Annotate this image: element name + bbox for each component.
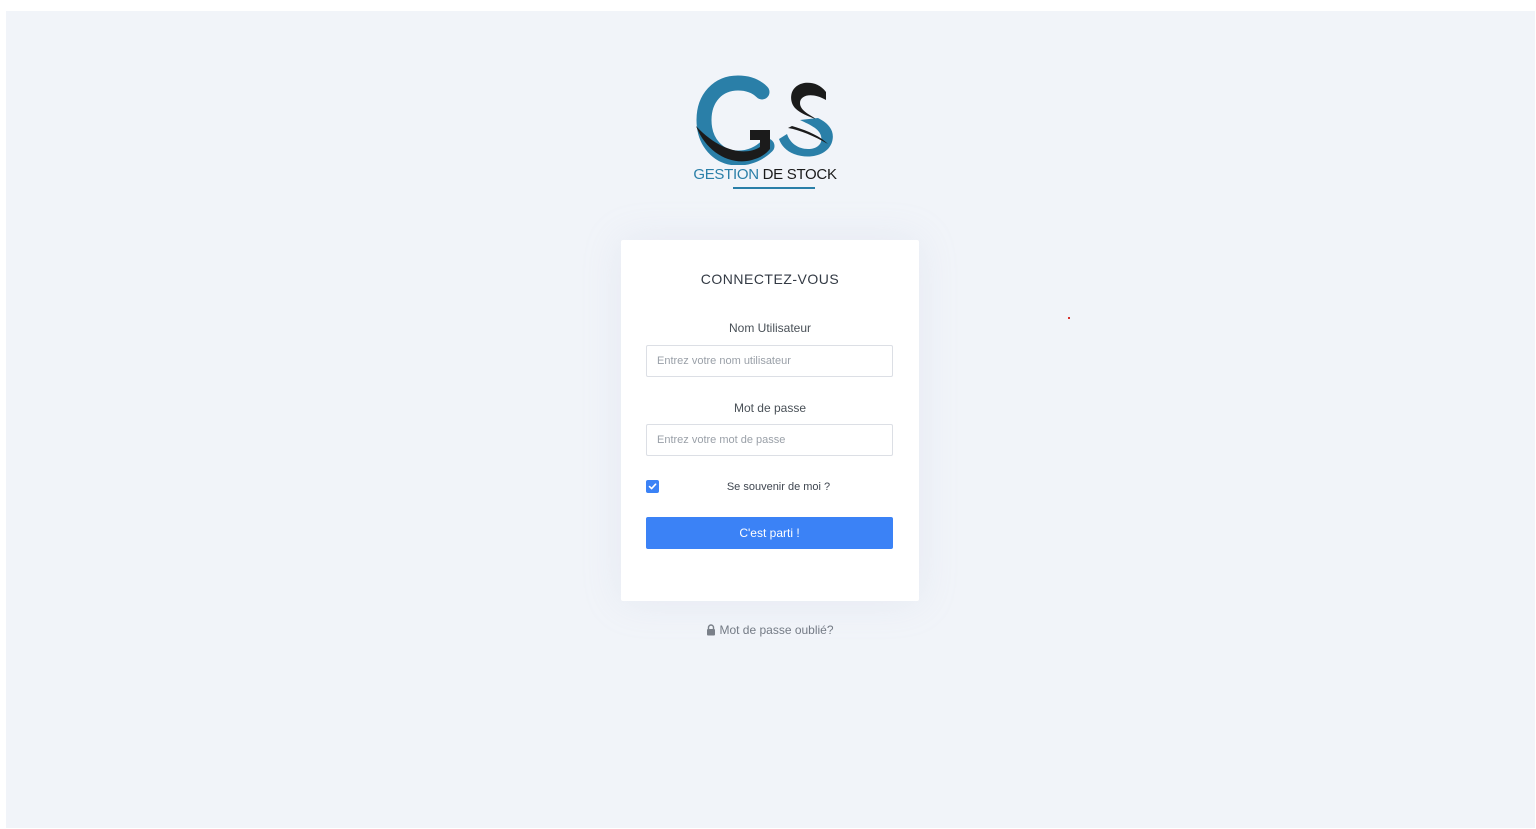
remember-me-label: Se souvenir de moi ? bbox=[726, 481, 831, 493]
username-input[interactable] bbox=[646, 345, 893, 377]
logo-caption-gestion: GESTION bbox=[693, 166, 759, 183]
forgot-password-label: Mot de passe oublié? bbox=[719, 623, 834, 637]
password-input[interactable] bbox=[646, 424, 893, 456]
forgot-password-link[interactable]: Mot de passe oublié? bbox=[621, 623, 919, 637]
username-label: Nom Utilisateur bbox=[728, 321, 812, 335]
logo-underline bbox=[733, 187, 815, 189]
logo-caption-de-stock: DE STOCK bbox=[762, 166, 837, 183]
gs-logo: GESTION DE STOCK bbox=[690, 70, 840, 205]
lock-icon bbox=[707, 624, 716, 636]
logo-caption: GESTION DE STOCK bbox=[690, 166, 840, 183]
login-card: CONNECTEZ-VOUS Nom Utilisateur Mot de pa… bbox=[621, 240, 919, 601]
submit-button[interactable]: C'est parti ! bbox=[646, 517, 893, 549]
gs-logo-mark-icon bbox=[696, 75, 833, 166]
login-title: CONNECTEZ-VOUS bbox=[700, 271, 840, 287]
stray-dot bbox=[1068, 317, 1070, 319]
password-label: Mot de passe bbox=[733, 401, 807, 415]
